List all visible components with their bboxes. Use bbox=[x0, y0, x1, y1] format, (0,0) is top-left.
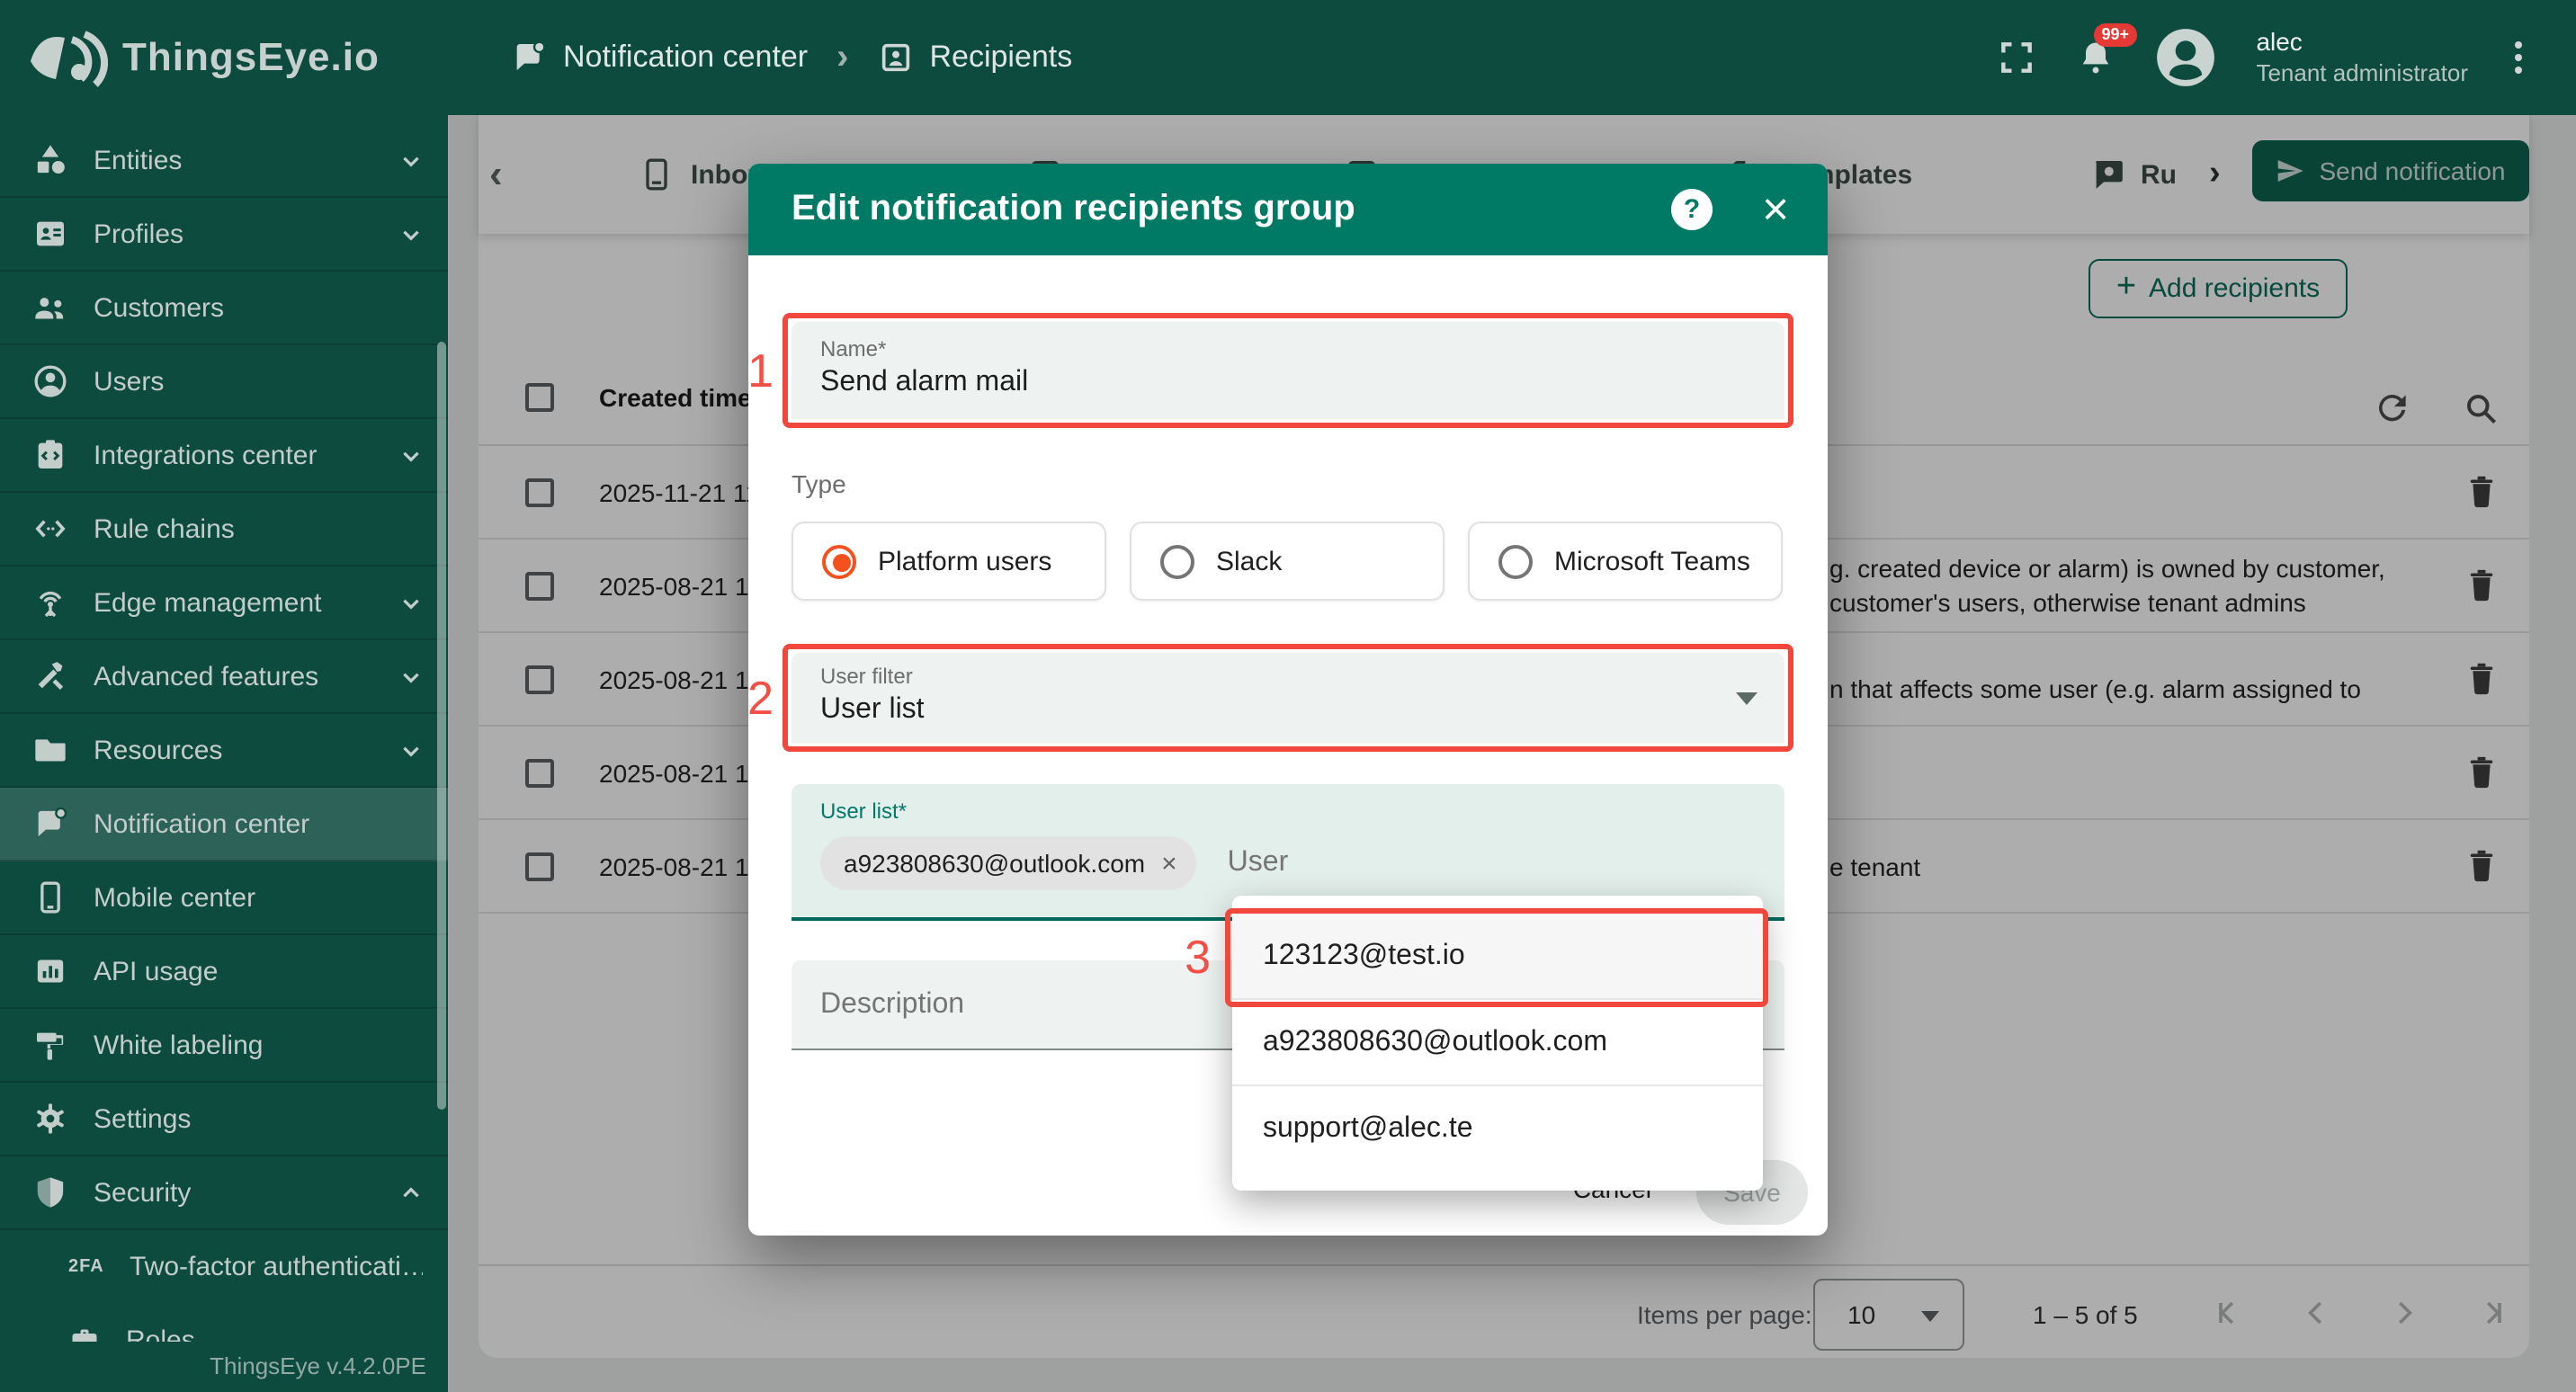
fullscreen-icon[interactable] bbox=[1997, 38, 2036, 77]
dialog-title: Edit notification recipients group bbox=[792, 189, 1355, 230]
type-option-microsoft-teams[interactable]: Microsoft Teams bbox=[1468, 522, 1783, 601]
dropdown-option[interactable]: 123123@test.io bbox=[1232, 914, 1763, 1000]
notification-center-icon bbox=[511, 40, 547, 76]
sidebar-item-white-labeling[interactable]: White labeling bbox=[0, 1009, 448, 1083]
breadcrumb: Notification center › Recipients bbox=[511, 37, 1072, 78]
sidebar-item-edge-management[interactable]: Edge management bbox=[0, 567, 448, 640]
sidebar-item-customers[interactable]: Customers bbox=[0, 272, 448, 345]
api-usage-icon bbox=[32, 953, 68, 989]
breadcrumb-section-label: Notification center bbox=[563, 40, 808, 76]
resources-folder-icon bbox=[32, 732, 68, 768]
advanced-features-icon bbox=[32, 658, 68, 694]
sidebar: Entities Profiles Customers Users Integr… bbox=[0, 115, 448, 1392]
breadcrumb-page-label: Recipients bbox=[930, 40, 1073, 76]
chevron-down-icon bbox=[399, 665, 423, 688]
name-label: Name* bbox=[820, 336, 1756, 361]
white-labeling-icon bbox=[32, 1027, 68, 1063]
chevron-down-icon bbox=[399, 738, 423, 762]
user-chip-label: a923808630@outlook.com bbox=[844, 849, 1145, 878]
2fa-icon: 2FA bbox=[68, 1257, 108, 1277]
user-info[interactable]: alec Tenant administrator bbox=[2256, 27, 2468, 88]
shield-icon bbox=[32, 1174, 68, 1210]
logo-text: ThingsEye.io bbox=[122, 34, 380, 81]
app-version: ThingsEye v.4.2.0PE bbox=[0, 1342, 426, 1383]
integrations-icon bbox=[32, 437, 68, 473]
profiles-icon bbox=[32, 216, 68, 252]
radio-icon bbox=[1160, 544, 1194, 578]
chevron-down-icon bbox=[399, 443, 423, 467]
user-input-placeholder[interactable]: User bbox=[1228, 847, 1289, 879]
sidebar-item-notification-center[interactable]: Notification center bbox=[0, 788, 448, 861]
avatar[interactable] bbox=[2155, 27, 2216, 88]
sidebar-scrollbar[interactable] bbox=[437, 342, 446, 1110]
type-option-platform-users[interactable]: Platform users bbox=[792, 522, 1106, 601]
top-bar: ThingsEye.io Notification center › Recip… bbox=[0, 0, 2576, 115]
chip-remove-icon[interactable]: × bbox=[1161, 848, 1177, 879]
user-filter-select[interactable]: User filter User list bbox=[792, 653, 1784, 743]
app-root: ‹ Inbox Sent Recipients bbox=[0, 0, 2576, 1392]
user-chip[interactable]: a923808630@outlook.com × bbox=[820, 836, 1197, 890]
chevron-up-icon bbox=[399, 1181, 423, 1204]
caret-down-icon bbox=[1736, 692, 1758, 705]
user-name: alec bbox=[2256, 27, 2468, 58]
bell-badge: 99+ bbox=[2094, 23, 2136, 47]
radio-icon bbox=[1498, 544, 1533, 578]
type-label: Type bbox=[792, 469, 846, 498]
user-suggestions-dropdown: 123123@test.io a923808630@outlook.com su… bbox=[1232, 896, 1763, 1191]
sidebar-item-resources[interactable]: Resources bbox=[0, 714, 448, 788]
logo-mark-icon bbox=[25, 25, 108, 90]
radio-selected-icon bbox=[822, 544, 856, 578]
name-field[interactable]: Name* Send alarm mail bbox=[792, 322, 1784, 419]
annotation-number-3: 3 bbox=[1164, 932, 1211, 982]
sidebar-item-two-factor-auth[interactable]: 2FA Two-factor authenticati… bbox=[0, 1230, 448, 1304]
sidebar-item-api-usage[interactable]: API usage bbox=[0, 935, 448, 1009]
breadcrumb-notification-center[interactable]: Notification center bbox=[511, 40, 808, 76]
sidebar-item-profiles[interactable]: Profiles bbox=[0, 198, 448, 272]
entities-icon bbox=[32, 142, 68, 178]
notification-center-icon bbox=[32, 806, 68, 842]
sidebar-item-advanced-features[interactable]: Advanced features bbox=[0, 640, 448, 714]
sidebar-item-mobile-center[interactable]: Mobile center bbox=[0, 861, 448, 935]
sidebar-item-entities[interactable]: Entities bbox=[0, 124, 448, 198]
dropdown-option[interactable]: support@alec.te bbox=[1232, 1086, 1763, 1173]
more-menu-icon[interactable] bbox=[2508, 34, 2529, 81]
thingseye-logo[interactable]: ThingsEye.io bbox=[25, 25, 439, 90]
annotation-number-2: 2 bbox=[727, 673, 774, 723]
sidebar-item-rule-chains[interactable]: Rule chains bbox=[0, 493, 448, 567]
rule-chains-icon bbox=[32, 511, 68, 547]
breadcrumb-recipients[interactable]: Recipients bbox=[878, 40, 1073, 76]
type-option-slack[interactable]: Slack bbox=[1130, 522, 1445, 601]
dialog-header: Edit notification recipients group ? × bbox=[748, 164, 1828, 255]
annotation-number-1: 1 bbox=[727, 345, 774, 396]
chevron-down-icon bbox=[399, 591, 423, 614]
sidebar-item-settings[interactable]: Settings bbox=[0, 1083, 448, 1156]
sidebar-item-security[interactable]: Security bbox=[0, 1156, 448, 1230]
name-value: Send alarm mail bbox=[820, 367, 1756, 399]
customers-icon bbox=[32, 290, 68, 326]
users-icon bbox=[32, 363, 68, 399]
user-list-label: User list* bbox=[820, 799, 1756, 824]
edge-management-icon bbox=[32, 584, 68, 620]
mobile-center-icon bbox=[32, 879, 68, 915]
dropdown-option[interactable]: a923808630@outlook.com bbox=[1232, 1000, 1763, 1086]
topbar-actions: 99+ alec Tenant administrator bbox=[1997, 0, 2529, 115]
sidebar-nav: Entities Profiles Customers Users Integr… bbox=[0, 115, 448, 1378]
chevron-down-icon bbox=[399, 148, 423, 172]
user-role: Tenant administrator bbox=[2256, 58, 2468, 88]
gear-icon bbox=[32, 1101, 68, 1137]
user-filter-value: User list bbox=[820, 694, 1756, 727]
notifications-bell[interactable]: 99+ bbox=[2076, 38, 2115, 77]
description-placeholder: Description bbox=[820, 988, 964, 1021]
sidebar-item-users[interactable]: Users bbox=[0, 345, 448, 419]
help-icon[interactable]: ? bbox=[1671, 189, 1713, 230]
chevron-down-icon bbox=[399, 222, 423, 245]
recipients-breadcrumb-icon bbox=[878, 40, 914, 76]
sidebar-item-integrations-center[interactable]: Integrations center bbox=[0, 419, 448, 493]
breadcrumb-separator: › bbox=[826, 37, 859, 78]
user-filter-label: User filter bbox=[820, 664, 1756, 689]
close-icon[interactable]: × bbox=[1752, 182, 1799, 236]
